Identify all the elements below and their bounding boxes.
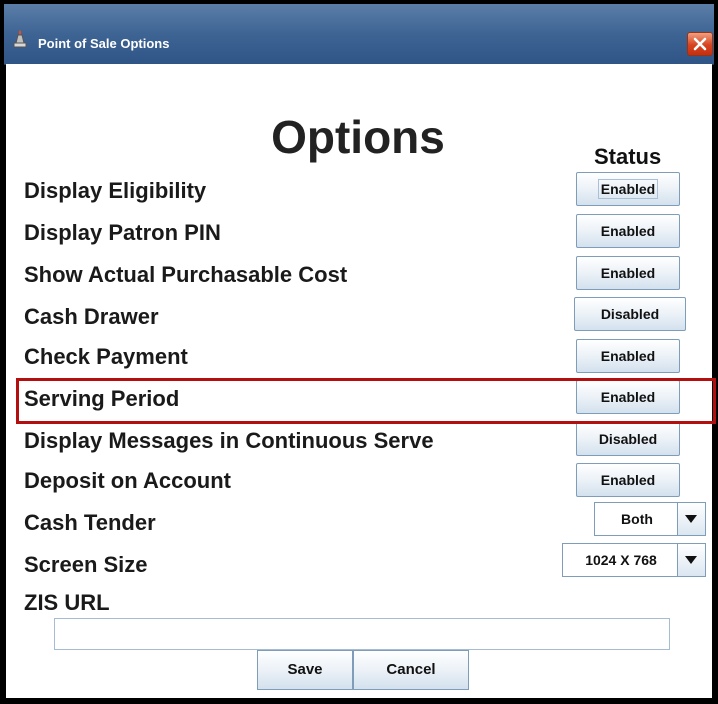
check-payment-status-button[interactable]: Enabled xyxy=(576,339,680,373)
screen-size-value: 1024 X 768 xyxy=(585,552,657,568)
options-panel: Options Status Display Eligibility Enabl… xyxy=(6,64,716,698)
cash-tender-dropdown-arrow[interactable] xyxy=(677,503,705,535)
options-window: Point of Sale Options Options Status Dis… xyxy=(0,0,718,704)
option-label-cash-drawer: Cash Drawer xyxy=(24,304,159,329)
option-label-check-payment: Check Payment xyxy=(24,344,188,369)
option-label-display-messages-continuous-serve: Display Messages in Continuous Serve xyxy=(24,428,434,453)
close-button[interactable] xyxy=(687,32,713,56)
cancel-button[interactable]: Cancel xyxy=(353,650,469,690)
cash-drawer-status-button[interactable]: Disabled xyxy=(574,297,686,331)
display-patron-pin-status-button[interactable]: Enabled xyxy=(576,214,680,248)
close-icon xyxy=(693,37,707,51)
save-button[interactable]: Save xyxy=(257,650,353,690)
display-eligibility-status-button[interactable]: Enabled xyxy=(576,172,680,206)
display-messages-continuous-serve-status-button[interactable]: Disabled xyxy=(576,422,680,456)
title-bar[interactable]: Point of Sale Options xyxy=(4,4,714,65)
chevron-down-icon xyxy=(685,515,697,523)
cash-tender-label: Cash Tender xyxy=(24,510,156,535)
cash-tender-select[interactable]: Both xyxy=(594,502,706,536)
option-label-display-patron-pin: Display Patron PIN xyxy=(24,220,221,245)
zis-url-input[interactable] xyxy=(54,618,670,650)
option-label-serving-period: Serving Period xyxy=(24,386,180,411)
serving-period-status-button[interactable]: Enabled xyxy=(576,380,680,414)
option-label-deposit-on-account: Deposit on Account xyxy=(24,468,231,493)
cash-tender-value: Both xyxy=(621,511,653,527)
status-value: Enabled xyxy=(597,179,659,199)
option-label-display-eligibility: Display Eligibility xyxy=(24,178,207,203)
option-label-show-actual-purchasable-cost: Show Actual Purchasable Cost xyxy=(24,262,348,287)
screen-size-dropdown-arrow[interactable] xyxy=(677,544,705,576)
status-column-header: Status xyxy=(594,144,662,169)
show-actual-purchasable-cost-status-button[interactable]: Enabled xyxy=(576,256,680,290)
pos-app-icon xyxy=(12,30,28,48)
deposit-on-account-status-button[interactable]: Enabled xyxy=(576,463,680,497)
zis-url-label: ZIS URL xyxy=(24,590,110,615)
screen-size-select[interactable]: 1024 X 768 xyxy=(562,543,706,577)
chevron-down-icon xyxy=(685,556,697,564)
window-title: Point of Sale Options xyxy=(38,36,170,51)
screen-size-label: Screen Size xyxy=(24,552,148,577)
